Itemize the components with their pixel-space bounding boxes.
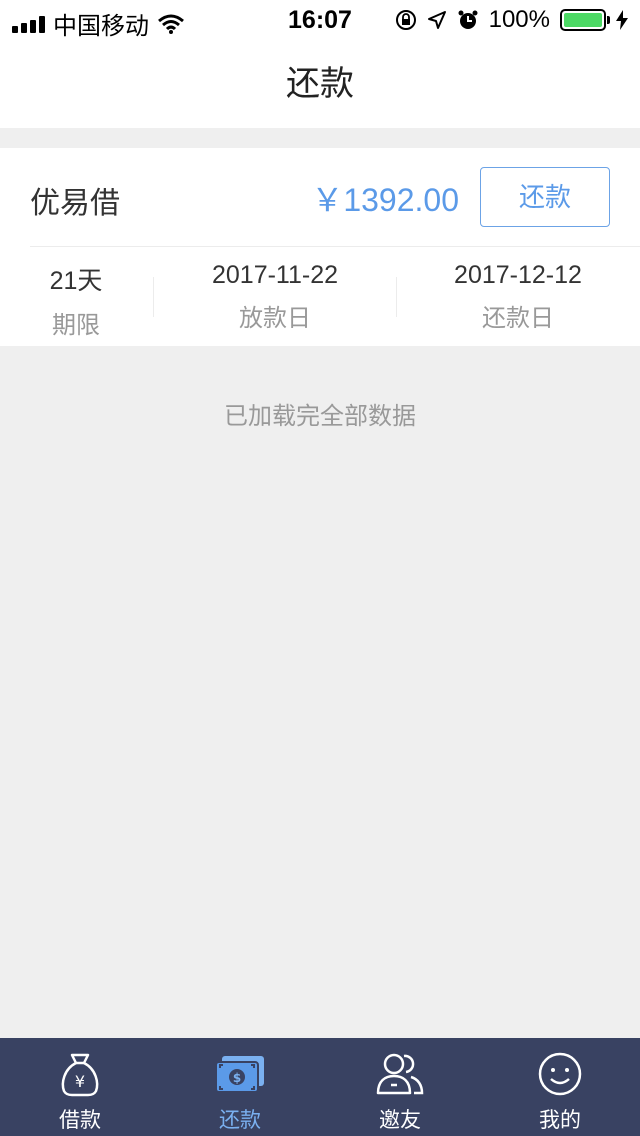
all-loaded-message: 已加载完全部数据	[224, 403, 416, 430]
loan-card-header: 优易借 ￥1392.00 还款	[0, 148, 640, 246]
column-divider	[396, 277, 397, 317]
smiley-icon	[534, 1048, 586, 1100]
svg-text:¥: ¥	[75, 1072, 85, 1091]
tab-repay-label: 还款	[219, 1109, 261, 1132]
repay-date-value: 2017-12-12	[454, 261, 582, 289]
friends-icon	[374, 1048, 426, 1100]
nav-bar: 还款	[0, 40, 640, 128]
banknote-icon: $	[214, 1048, 266, 1100]
svg-text:$: $	[233, 1071, 241, 1085]
status-right: 100%	[395, 6, 628, 34]
tab-invite[interactable]: 邀友	[320, 1038, 480, 1136]
location-icon	[427, 11, 446, 29]
loan-term-label: 期限	[52, 312, 100, 339]
loan-term-value: 21天	[49, 267, 103, 295]
loan-amount: ￥1392.00	[311, 182, 459, 218]
alarm-icon	[458, 10, 478, 29]
repay-date: 2017-12-12 还款日	[433, 261, 603, 333]
column-divider	[153, 277, 154, 317]
loan-card: 优易借 ￥1392.00 还款 21天 期限 2017-11-22 放款日 20…	[0, 148, 640, 346]
status-bar: 中国移动 16:07 100%	[0, 0, 640, 40]
tab-invite-label: 邀友	[379, 1109, 421, 1132]
tab-mine[interactable]: 我的	[480, 1038, 640, 1136]
disburse-date: 2017-11-22 放款日	[190, 261, 360, 333]
loan-details: 21天 期限 2017-11-22 放款日 2017-12-12 还款日	[0, 247, 640, 346]
battery-percent: 100%	[488, 6, 550, 33]
money-bag-icon: ¥	[54, 1048, 106, 1100]
rotation-lock-icon	[395, 10, 416, 30]
loan-term: 21天 期限	[36, 261, 116, 340]
battery-icon	[560, 9, 610, 31]
page-title: 还款	[286, 65, 354, 103]
lender-name: 优易借	[30, 187, 120, 220]
charging-icon	[616, 10, 628, 30]
repay-button[interactable]: 还款	[480, 167, 610, 227]
tab-repay[interactable]: $ 还款	[160, 1038, 320, 1136]
tab-borrow[interactable]: ¥ 借款	[0, 1038, 160, 1136]
repay-date-label: 还款日	[482, 305, 554, 332]
tab-mine-label: 我的	[539, 1109, 581, 1132]
disburse-date-label: 放款日	[239, 305, 311, 332]
tab-borrow-label: 借款	[59, 1109, 101, 1132]
tab-bar: ¥ 借款 $ 还款 邀友 我的	[0, 1038, 640, 1136]
disburse-date-value: 2017-11-22	[211, 261, 339, 289]
